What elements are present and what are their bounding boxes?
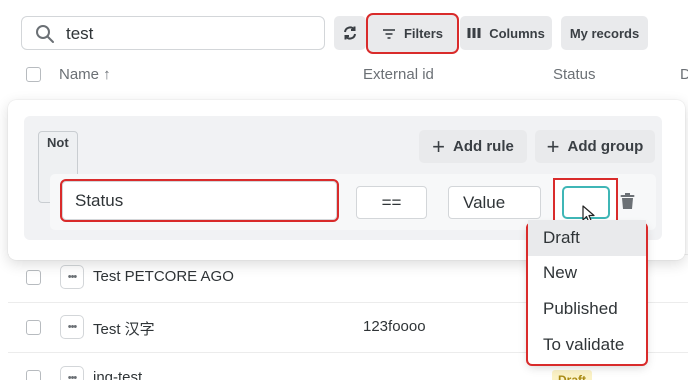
status-badge: Draft — [552, 370, 593, 380]
add-rule-button[interactable]: + Add rule — [419, 130, 527, 163]
filters-button[interactable]: Filters — [366, 13, 459, 54]
rule-field-select[interactable]: Status — [60, 179, 339, 222]
add-group-button[interactable]: + Add group — [535, 130, 655, 163]
column-header-partial[interactable]: D — [680, 66, 688, 83]
refresh-icon — [344, 26, 356, 40]
filter-icon — [382, 28, 395, 39]
filters-label: Filters — [403, 26, 443, 41]
row-name[interactable]: Test PETCORE AGO — [93, 268, 234, 285]
rule-field-value: Status — [75, 190, 124, 210]
row-actions-button[interactable]: ••• — [60, 366, 84, 380]
search-input[interactable]: test — [66, 24, 93, 44]
plus-icon: + — [432, 133, 445, 159]
row-external-id: 123foooo — [363, 318, 426, 335]
columns-button[interactable]: Columns — [460, 16, 552, 50]
trash-icon[interactable] — [620, 193, 635, 215]
status-option-published[interactable]: Published — [528, 291, 646, 327]
column-header-external-id[interactable]: External id — [363, 66, 434, 83]
row-name[interactable]: ing-test — [93, 369, 142, 380]
row-actions-button[interactable]: ••• — [60, 315, 84, 339]
row-checkbox[interactable] — [26, 270, 41, 285]
my-records-label: My records — [569, 25, 640, 41]
select-all-checkbox[interactable] — [26, 67, 41, 82]
column-header-name[interactable]: Name ↑ — [59, 66, 111, 83]
status-option-new[interactable]: New — [528, 255, 646, 291]
status-option-to-validate[interactable]: To validate — [528, 327, 646, 363]
status-option-draft[interactable]: Draft — [528, 220, 646, 256]
search-icon — [35, 24, 55, 49]
plus-icon: + — [546, 133, 560, 159]
refresh-button[interactable] — [334, 16, 366, 50]
row-checkbox[interactable] — [26, 320, 41, 335]
columns-icon — [467, 28, 481, 38]
add-group-label: Add group — [567, 138, 644, 155]
not-label: Not — [47, 135, 69, 150]
rule-value-input[interactable]: Value — [448, 186, 541, 219]
status-dropdown-menu: Draft New Published To validate — [526, 220, 648, 366]
rule-operator-value: == — [381, 192, 402, 212]
rule-operator-select[interactable]: == — [356, 186, 427, 219]
columns-label: Columns — [489, 25, 545, 41]
row-actions-button[interactable]: ••• — [60, 265, 84, 289]
row-name[interactable]: Test 汉字 — [93, 318, 155, 339]
column-header-status[interactable]: Status — [553, 66, 596, 83]
search-box[interactable]: test — [21, 16, 325, 50]
row-checkbox[interactable] — [26, 370, 41, 380]
rule-value-text: Value — [463, 192, 506, 212]
my-records-button[interactable]: My records — [561, 16, 648, 50]
add-rule-label: Add rule — [453, 138, 514, 155]
